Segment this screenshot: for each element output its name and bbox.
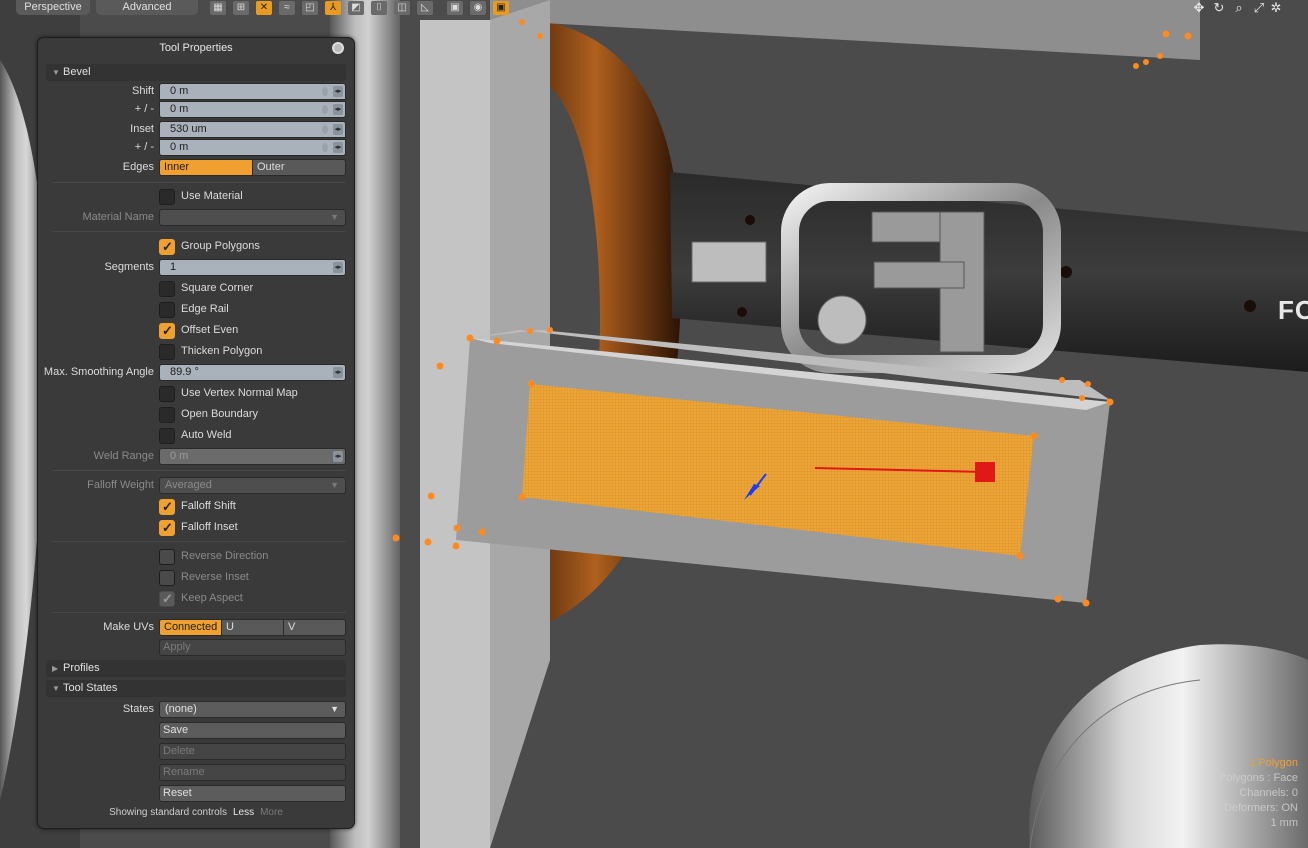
make-uvs-label: Make UVs xyxy=(103,621,154,633)
polygons-mode: Polygons : Face xyxy=(1219,772,1298,784)
weld-range-label: Weld Range xyxy=(93,450,154,462)
reset-state-button[interactable]: Reset xyxy=(159,785,346,802)
move-view-icon[interactable]: ✥ xyxy=(1191,0,1207,16)
animate-icon[interactable] xyxy=(322,87,328,96)
edges-outer-option[interactable]: Outer xyxy=(253,160,345,175)
uv-icon[interactable]: ◩ xyxy=(348,1,364,15)
chevron-down-icon: ▼ xyxy=(330,480,339,490)
spin-icon[interactable]: ◂▸ xyxy=(333,124,343,135)
divider xyxy=(52,541,346,542)
channels-count: Channels: 0 xyxy=(1239,787,1298,799)
zoom-view-icon[interactable]: ⌕ xyxy=(1231,0,1247,16)
shift-pm-label: + / - xyxy=(134,103,154,115)
deformers-status: Deformers: ON xyxy=(1224,802,1298,814)
spin-icon[interactable]: ◂▸ xyxy=(333,262,343,273)
states-dropdown[interactable]: (none) ▼ xyxy=(159,701,346,718)
make-uvs-u-option[interactable]: U xyxy=(222,620,284,635)
chevron-down-icon: ▼ xyxy=(330,212,339,222)
inset-pm-field[interactable]: 0 m ◂▸ xyxy=(159,139,346,156)
shift-label: Shift xyxy=(131,85,154,97)
camera-icon[interactable]: ◉ xyxy=(470,1,486,15)
divider xyxy=(52,182,346,183)
spin-icon[interactable]: ◂▸ xyxy=(333,86,343,97)
edges-inner-option[interactable]: Inner xyxy=(160,160,253,175)
save-state-button[interactable]: Save xyxy=(159,722,346,739)
segments-field[interactable]: 1 ◂▸ xyxy=(159,259,346,276)
spin-icon[interactable]: ◂▸ xyxy=(333,367,343,378)
falloff-weight-dropdown[interactable]: Averaged ▼ xyxy=(159,477,346,494)
settings-icon[interactable]: ✲ xyxy=(1268,0,1284,16)
divider xyxy=(52,612,346,613)
bevel-section-header[interactable]: ▼ Bevel xyxy=(46,64,346,81)
mirror-icon[interactable]: ⌷ xyxy=(371,1,387,15)
active-render-icon[interactable]: ▣ xyxy=(493,1,509,15)
make-uvs-toggle: Connected U V xyxy=(159,619,346,636)
make-uvs-v-option[interactable]: V xyxy=(284,620,345,635)
spin-icon[interactable]: ◂▸ xyxy=(333,451,343,462)
max-smoothing-angle-label: Max. Smoothing Angle xyxy=(43,366,154,378)
divider xyxy=(52,470,346,471)
divider xyxy=(52,231,346,232)
panel-close-icon[interactable] xyxy=(332,42,344,54)
viewport-info-hud: 1 Polygon Polygons : Face Channels: 0 De… xyxy=(1219,756,1298,831)
checker-icon[interactable]: ▦ xyxy=(210,1,226,15)
rename-state-button[interactable]: Rename xyxy=(159,764,346,781)
backface-icon[interactable]: ◫ xyxy=(394,1,410,15)
tool-properties-panel: Tool Properties ▼ Bevel Shift 0 m ◂▸ + / … xyxy=(37,37,355,829)
layers-icon[interactable]: ◰ xyxy=(302,1,318,15)
collapse-arrow-icon: ▼ xyxy=(52,68,60,77)
weld-range-field[interactable]: 0 m ◂▸ xyxy=(159,448,346,465)
x-ray-icon[interactable]: ✕ xyxy=(256,1,272,15)
panel-title: Tool Properties xyxy=(159,42,233,54)
material-name-label: Material Name xyxy=(82,211,154,223)
view-type-tab[interactable]: Perspective xyxy=(16,0,90,15)
edges-toggle: Inner Outer xyxy=(159,159,346,176)
wireframe-icon[interactable]: ◺ xyxy=(417,1,433,15)
more-link[interactable]: More xyxy=(260,807,283,818)
inset-field[interactable]: 530 um ◂▸ xyxy=(159,121,346,138)
panel-footer: Showing standard controls Less More xyxy=(38,807,354,818)
wave-icon[interactable]: ≈ xyxy=(279,1,295,15)
expand-arrow-icon: ▶ xyxy=(52,664,59,673)
apply-button[interactable]: Apply xyxy=(159,639,346,656)
viewport-toolbar: Perspective Advanced ▦ ⊞ ✕ ≈ ◰ ⅄ ◩ ⌷ ◫ ◺… xyxy=(0,0,1308,16)
profiles-section-header[interactable]: ▶ Profiles xyxy=(46,660,346,677)
material-name-dropdown[interactable]: ▼ xyxy=(159,209,346,226)
tool-states-section-header[interactable]: ▼ Tool States xyxy=(46,680,346,697)
fit-view-icon[interactable]: ⤢ xyxy=(1251,0,1267,16)
spin-icon[interactable]: ◂▸ xyxy=(333,104,343,115)
axis-icon[interactable]: ⅄ xyxy=(325,1,341,15)
selection-count: 1 Polygon xyxy=(1249,757,1298,769)
inset-label: Inset xyxy=(130,123,154,135)
grid-size: 1 mm xyxy=(1270,817,1299,829)
inset-pm-label: + / - xyxy=(134,141,154,153)
collapse-arrow-icon: ▼ xyxy=(52,684,60,693)
animate-icon[interactable] xyxy=(322,125,328,134)
snap-icon[interactable]: ▣ xyxy=(447,1,463,15)
make-uvs-connected-option[interactable]: Connected xyxy=(160,620,222,635)
max-smoothing-angle-field[interactable]: 89.9 ° ◂▸ xyxy=(159,364,346,381)
spin-icon[interactable]: ◂▸ xyxy=(333,142,343,153)
grid-icon[interactable]: ⊞ xyxy=(233,1,249,15)
belt-brand-text: FO xyxy=(1278,295,1308,325)
rotate-view-icon[interactable]: ↻ xyxy=(1211,0,1227,16)
animate-icon[interactable] xyxy=(322,105,328,114)
shift-pm-field[interactable]: 0 m ◂▸ xyxy=(159,101,346,118)
chevron-down-icon: ▼ xyxy=(330,704,339,714)
less-link[interactable]: Less xyxy=(233,807,254,818)
segments-label: Segments xyxy=(104,261,154,273)
standard-controls-text: Showing standard controls xyxy=(109,807,227,818)
delete-state-button[interactable]: Delete xyxy=(159,743,346,760)
view-mode-tab[interactable]: Advanced xyxy=(96,0,198,15)
edges-label: Edges xyxy=(122,161,154,173)
animate-icon[interactable] xyxy=(322,143,328,152)
states-label: States xyxy=(122,703,154,715)
falloff-weight-label: Falloff Weight xyxy=(87,479,154,491)
shift-field[interactable]: 0 m ◂▸ xyxy=(159,83,346,100)
